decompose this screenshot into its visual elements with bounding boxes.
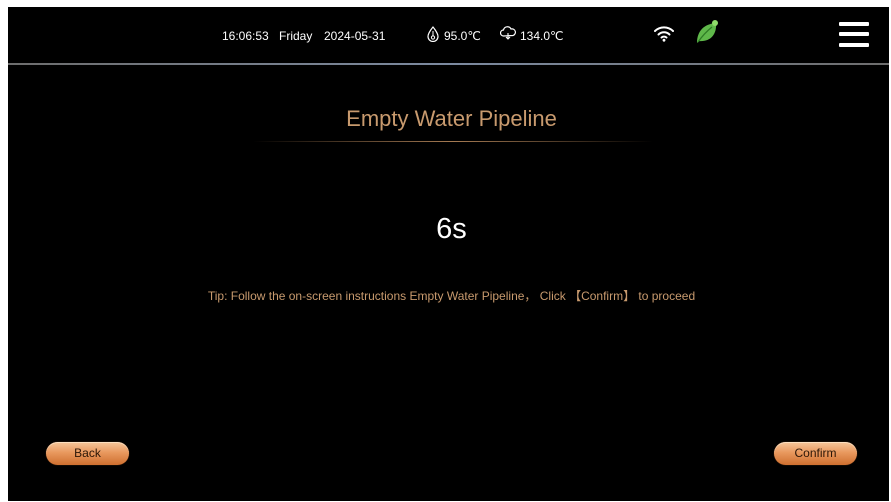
hamburger-menu-icon[interactable] bbox=[837, 19, 871, 51]
date: 2024-05-31 bbox=[324, 29, 386, 43]
status-divider bbox=[8, 63, 889, 65]
back-button[interactable]: Back bbox=[46, 442, 129, 465]
leaf-icon bbox=[697, 20, 718, 43]
steam-temperature-icon bbox=[500, 26, 516, 40]
wifi-icon bbox=[654, 26, 674, 42]
steam-temperature-reading: 134.0℃ bbox=[520, 29, 564, 43]
title-underline bbox=[253, 141, 653, 142]
water-temperature-reading: 95.0℃ bbox=[444, 29, 481, 43]
water-drop-temperature-icon bbox=[427, 26, 439, 42]
countdown-timer: 6s bbox=[436, 213, 467, 245]
menu-bar-bottom bbox=[839, 43, 869, 47]
weekday: Friday bbox=[279, 29, 313, 43]
clock-time: 16:06:53 bbox=[222, 29, 269, 43]
menu-bar-top bbox=[839, 22, 869, 26]
page-title: Empty Water Pipeline bbox=[346, 106, 557, 131]
menu-bar-middle bbox=[839, 32, 869, 36]
status-bar: 16:06:53 Friday 2024-05-31 95.0℃ 134.0℃ bbox=[8, 7, 889, 64]
tip-text: Tip: Follow the on-screen instructions E… bbox=[207, 289, 696, 303]
confirm-button[interactable]: Confirm bbox=[774, 442, 857, 465]
app-screen: 16:06:53 Friday 2024-05-31 95.0℃ 134.0℃ bbox=[8, 7, 889, 501]
